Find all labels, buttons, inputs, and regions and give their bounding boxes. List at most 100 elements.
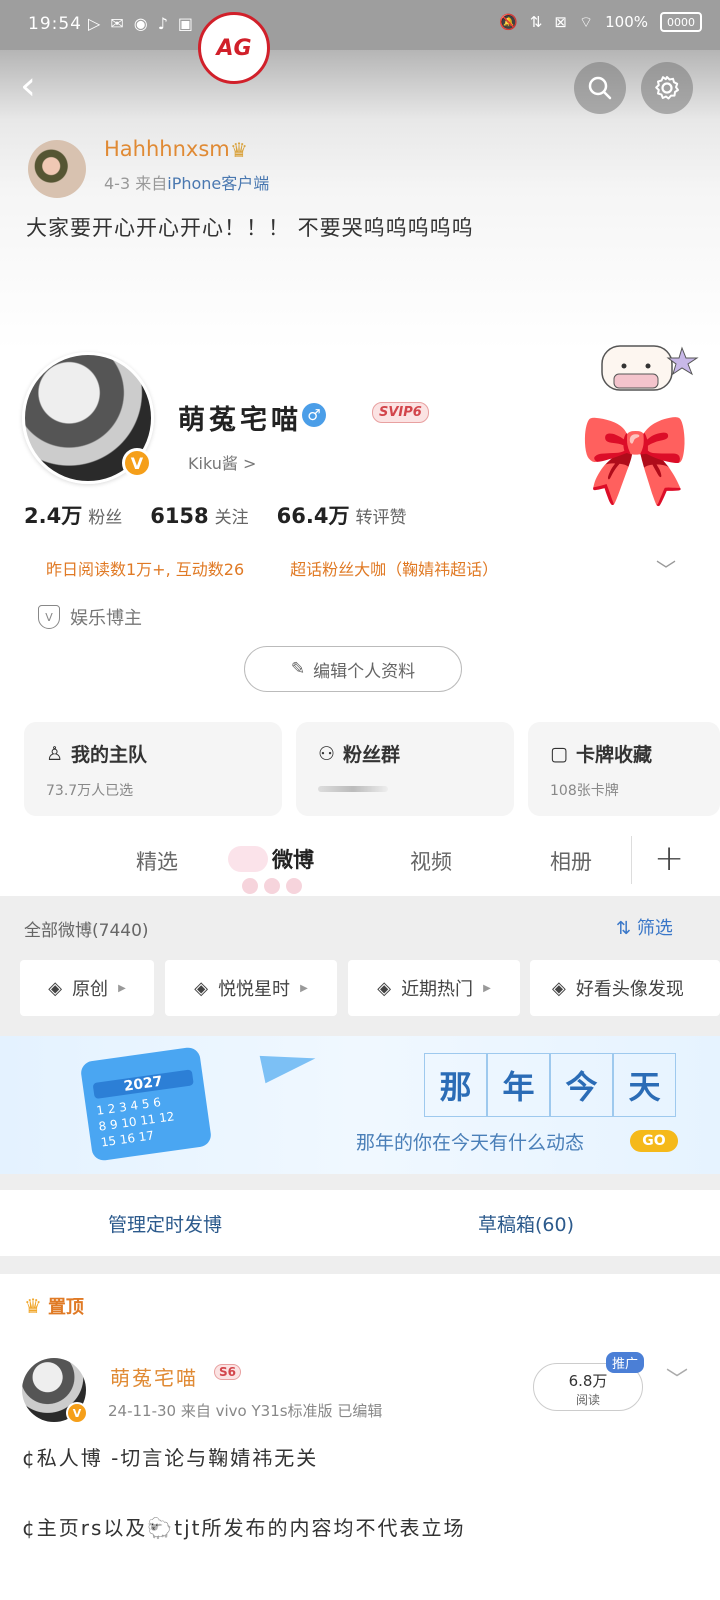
verified-badge-icon: V: [122, 448, 152, 478]
layers-icon: ◈: [552, 977, 566, 999]
kiku-tag[interactable]: Kiku酱 >: [188, 450, 256, 474]
pencil-icon: ✎: [290, 659, 306, 679]
triangle-right-icon: ▶: [300, 982, 308, 994]
card-title: 我的主队: [71, 744, 148, 766]
post-author-avatar[interactable]: [28, 140, 86, 198]
hint-reads: 昨日阅读数1万+, 互动数26: [46, 560, 245, 579]
profile-stats: 2.4万 粉丝 6158 关注 66.4万 转评赞: [24, 500, 406, 530]
verified-badge-icon: V: [66, 1402, 88, 1424]
card-title: 粉丝群: [343, 744, 401, 766]
go-button[interactable]: GO: [630, 1130, 678, 1152]
card-subtitle: 73.7万人已选: [46, 783, 134, 799]
data-speed-icon: ⇅: [529, 13, 543, 31]
drafts-button[interactable]: 草稿箱(60): [478, 1210, 574, 1237]
search-button[interactable]: [574, 62, 626, 114]
feed-author-name[interactable]: 萌菟宅喵: [110, 1362, 198, 1391]
schedule-posts-button[interactable]: 管理定时发博: [108, 1210, 222, 1237]
calendar-icon: 2027 1 2 3 4 5 6 8 9 10 11 12 15 16 17: [79, 1046, 213, 1162]
crown-icon: ♛: [230, 138, 248, 162]
card-subtitle: 108张卡牌: [550, 783, 619, 799]
feed-text-line: ¢主页rs以及🐑tjt所发布的内容均不代表立场: [22, 1516, 466, 1540]
add-tab-button[interactable]: +: [654, 838, 684, 879]
ag-team-logo: AG: [198, 12, 270, 84]
card-title: 卡牌收藏: [575, 744, 652, 766]
layers-icon: ◈: [48, 977, 63, 999]
chip-yueyue[interactable]: ◈ 悦悦星时 ▶: [165, 960, 337, 1016]
chevron-down-icon[interactable]: ﹀: [666, 1362, 688, 1394]
play-icon: ▷: [88, 14, 101, 33]
pinned-label: ♛ 置顶: [24, 1294, 84, 1318]
cup-sticker-icon: [596, 340, 706, 396]
tab-weibo[interactable]: 微博: [272, 844, 314, 874]
weibo-icon: ◉: [133, 14, 148, 33]
role-label: 娱乐博主: [70, 608, 142, 629]
triangle-right-icon: ▶: [118, 982, 126, 994]
post-text: 大家要开心开心开心！！！ 不要哭呜呜呜呜呜: [26, 216, 474, 240]
sort-icon: ⇅: [616, 918, 632, 939]
divider: [0, 1256, 720, 1274]
promote-badge[interactable]: 推广: [606, 1352, 645, 1373]
shield-icon: V: [38, 605, 60, 629]
banner-title: 那年今天: [424, 1053, 676, 1117]
chevron-down-icon[interactable]: ﹀: [656, 554, 676, 583]
active-tab-indicator: [242, 878, 302, 894]
actions-row: 管理定时发博 草稿箱(60): [0, 1190, 720, 1256]
post-from-label: 来自: [135, 174, 168, 193]
svip-badge[interactable]: SVIP6: [372, 402, 429, 423]
clock: 19:54: [28, 14, 82, 34]
system-icons: 🔕 ⇅ ⊠ ⌔ 100% 0000: [499, 12, 702, 32]
card-card-collection[interactable]: ▢ 卡牌收藏 108张卡牌: [528, 722, 720, 816]
feed-text-line: ¢私人博 -切言论与鞠婧祎无关: [22, 1446, 319, 1470]
card-my-team[interactable]: ♙ 我的主队 73.7万人已选: [24, 722, 282, 816]
chip-original[interactable]: ◈ 原创 ▶: [20, 960, 154, 1016]
hint-supertopic[interactable]: 超话粉丝大咖（鞠婧祎超话）: [290, 556, 498, 580]
female-gender-icon: ♂: [302, 403, 326, 427]
chip-recent-hot[interactable]: ◈ 近期热门 ▶: [348, 960, 520, 1016]
tab-videos[interactable]: 视频: [410, 846, 452, 876]
status-bar: 19:54 ▷ ✉ ◉ ♪ ▣ ☁ ⁘ 🔕 ⇅ ⊠ ⌔ 100% 0000: [0, 0, 720, 50]
triangle-right-icon: ▶: [483, 982, 491, 994]
ribbon-bow-icon: 🎀: [578, 407, 692, 512]
layers-icon: ◈: [377, 977, 392, 999]
search-icon: [588, 76, 612, 100]
tab-albums[interactable]: 相册: [550, 846, 592, 876]
tab-featured[interactable]: 精选: [136, 846, 178, 876]
gear-icon: [655, 76, 679, 100]
filter-button[interactable]: ⇅ 筛选: [616, 914, 673, 940]
sim-icon: ⊠: [554, 13, 567, 31]
pig-sticker-icon: [228, 846, 268, 872]
group-icon: ⚇: [318, 742, 336, 765]
svip-level-badge: S6: [214, 1364, 241, 1380]
chip-avatar-discovery[interactable]: ◈ 好看头像发现: [530, 960, 720, 1016]
banner-subtitle: 那年的你在今天有什么动态: [356, 1132, 585, 1154]
tab-divider: [631, 836, 632, 884]
battery-percent: 100%: [605, 13, 648, 31]
settings-button[interactable]: [641, 62, 693, 114]
stat-likes[interactable]: 66.4万 转评赞: [277, 500, 407, 530]
post-source: iPhone客户端: [167, 174, 270, 193]
mail-icon: ✉: [110, 14, 124, 33]
stat-fans[interactable]: 2.4万 粉丝: [24, 500, 122, 530]
blurred-preview: [318, 786, 388, 792]
stat-following[interactable]: 6158 关注: [150, 503, 248, 528]
divider: [0, 1174, 720, 1190]
profile-hints: 昨日阅读数1万+, 互动数26 超话粉丝大咖（鞠婧祎超话）: [46, 556, 498, 580]
all-weibo-count: 全部微博(7440): [24, 921, 149, 941]
feed-meta: 24-11-30 来自 vivo Y31s标准版 已编辑: [108, 1402, 383, 1420]
calendar-numbers: 1 2 3 4 5 6 8 9 10 11 12 15 16 17: [95, 1094, 176, 1150]
edit-profile-button[interactable]: ✎ 编辑个人资料: [244, 646, 462, 692]
card-fan-group[interactable]: ⚇ 粉丝群: [296, 722, 514, 816]
mute-icon: 🔕: [499, 13, 518, 31]
battery-icon: 0000: [660, 12, 702, 32]
layers-icon: ◈: [194, 977, 209, 999]
tiktok-icon: ♪: [157, 14, 168, 33]
post-date: 4-3: [104, 174, 131, 193]
post-meta: 4-3 来自iPhone客户端: [104, 170, 269, 194]
chevron-left-icon[interactable]: ‹: [20, 66, 50, 106]
role-row: V 娱乐博主: [38, 604, 142, 630]
crown-icon: ♛: [24, 1294, 42, 1318]
video-app-icon: ▣: [177, 14, 194, 33]
wifi-icon: ⌔: [579, 12, 594, 31]
post-author-name[interactable]: Hahhhnxsm: [104, 137, 230, 161]
team-icon: ♙: [46, 742, 64, 765]
